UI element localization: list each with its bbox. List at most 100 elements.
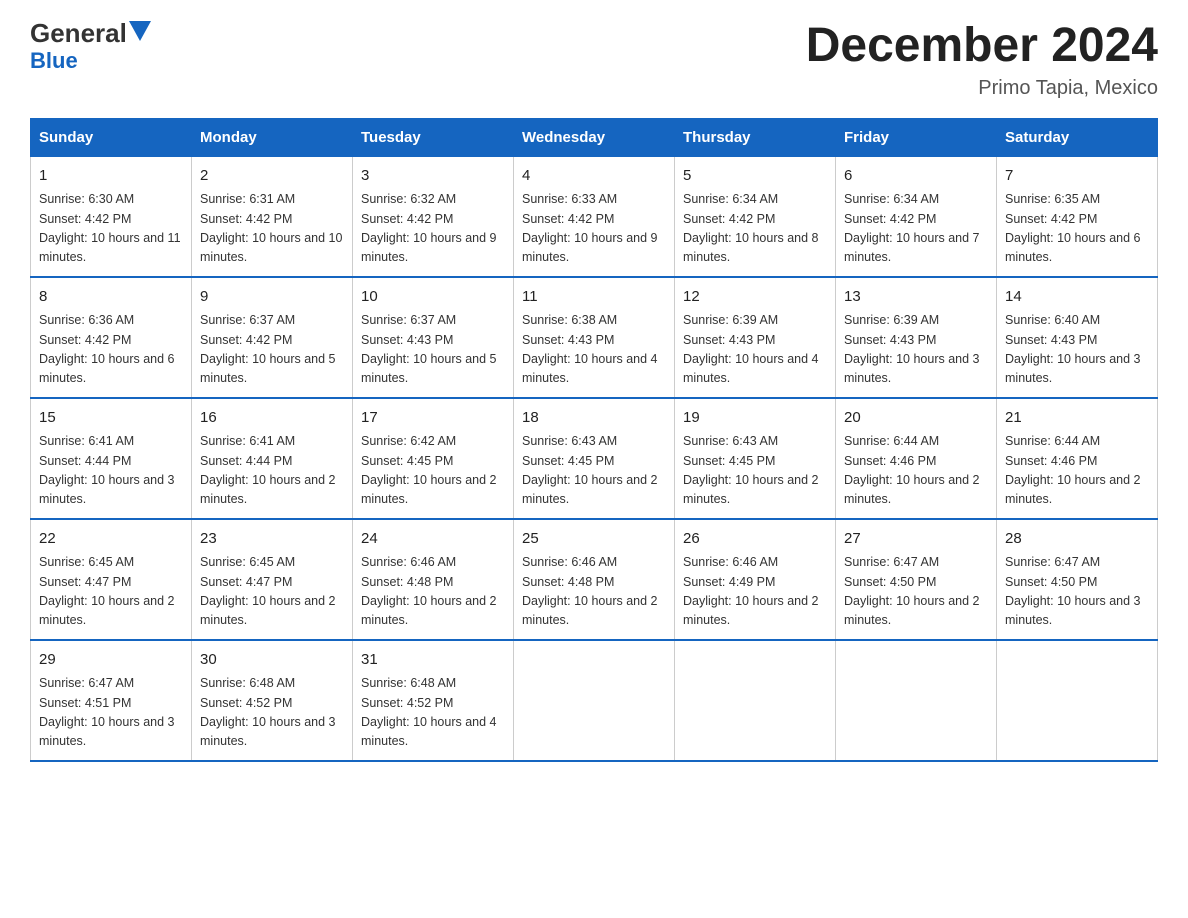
col-friday: Friday <box>836 118 997 156</box>
day-info: Sunrise: 6:39 AMSunset: 4:43 PMDaylight:… <box>844 313 980 385</box>
page-header: General Blue December 2024 Primo Tapia, … <box>30 20 1158 100</box>
table-row <box>514 640 675 761</box>
day-info: Sunrise: 6:37 AMSunset: 4:43 PMDaylight:… <box>361 313 497 385</box>
day-number: 13 <box>844 286 988 309</box>
day-number: 16 <box>200 407 344 430</box>
table-row: 17 Sunrise: 6:42 AMSunset: 4:45 PMDaylig… <box>353 398 514 519</box>
logo-text-blue: Blue <box>30 48 78 74</box>
day-number: 1 <box>39 165 183 188</box>
day-number: 21 <box>1005 407 1149 430</box>
day-number: 12 <box>683 286 827 309</box>
day-info: Sunrise: 6:34 AMSunset: 4:42 PMDaylight:… <box>844 192 980 264</box>
day-number: 3 <box>361 165 505 188</box>
day-info: Sunrise: 6:38 AMSunset: 4:43 PMDaylight:… <box>522 313 658 385</box>
day-info: Sunrise: 6:39 AMSunset: 4:43 PMDaylight:… <box>683 313 819 385</box>
day-number: 28 <box>1005 528 1149 551</box>
table-row: 21 Sunrise: 6:44 AMSunset: 4:46 PMDaylig… <box>997 398 1158 519</box>
table-row: 12 Sunrise: 6:39 AMSunset: 4:43 PMDaylig… <box>675 277 836 398</box>
day-info: Sunrise: 6:46 AMSunset: 4:48 PMDaylight:… <box>522 555 658 627</box>
table-row: 22 Sunrise: 6:45 AMSunset: 4:47 PMDaylig… <box>31 519 192 640</box>
day-number: 18 <box>522 407 666 430</box>
logo-arrow-icon <box>129 21 151 41</box>
day-number: 22 <box>39 528 183 551</box>
table-row: 31 Sunrise: 6:48 AMSunset: 4:52 PMDaylig… <box>353 640 514 761</box>
col-saturday: Saturday <box>997 118 1158 156</box>
day-info: Sunrise: 6:31 AMSunset: 4:42 PMDaylight:… <box>200 192 342 264</box>
calendar-week-row: 29 Sunrise: 6:47 AMSunset: 4:51 PMDaylig… <box>31 640 1158 761</box>
table-row: 20 Sunrise: 6:44 AMSunset: 4:46 PMDaylig… <box>836 398 997 519</box>
day-number: 11 <box>522 286 666 309</box>
calendar-week-row: 22 Sunrise: 6:45 AMSunset: 4:47 PMDaylig… <box>31 519 1158 640</box>
day-info: Sunrise: 6:47 AMSunset: 4:50 PMDaylight:… <box>844 555 980 627</box>
table-row: 13 Sunrise: 6:39 AMSunset: 4:43 PMDaylig… <box>836 277 997 398</box>
day-number: 7 <box>1005 165 1149 188</box>
col-monday: Monday <box>192 118 353 156</box>
day-info: Sunrise: 6:41 AMSunset: 4:44 PMDaylight:… <box>200 434 336 506</box>
day-info: Sunrise: 6:45 AMSunset: 4:47 PMDaylight:… <box>200 555 336 627</box>
table-row: 11 Sunrise: 6:38 AMSunset: 4:43 PMDaylig… <box>514 277 675 398</box>
col-wednesday: Wednesday <box>514 118 675 156</box>
table-row <box>836 640 997 761</box>
day-number: 26 <box>683 528 827 551</box>
table-row: 19 Sunrise: 6:43 AMSunset: 4:45 PMDaylig… <box>675 398 836 519</box>
day-number: 14 <box>1005 286 1149 309</box>
day-number: 10 <box>361 286 505 309</box>
day-info: Sunrise: 6:37 AMSunset: 4:42 PMDaylight:… <box>200 313 336 385</box>
day-number: 4 <box>522 165 666 188</box>
title-block: December 2024 Primo Tapia, Mexico <box>806 20 1158 100</box>
day-number: 23 <box>200 528 344 551</box>
table-row: 2 Sunrise: 6:31 AMSunset: 4:42 PMDayligh… <box>192 156 353 277</box>
day-info: Sunrise: 6:35 AMSunset: 4:42 PMDaylight:… <box>1005 192 1141 264</box>
table-row: 4 Sunrise: 6:33 AMSunset: 4:42 PMDayligh… <box>514 156 675 277</box>
table-row: 5 Sunrise: 6:34 AMSunset: 4:42 PMDayligh… <box>675 156 836 277</box>
table-row: 8 Sunrise: 6:36 AMSunset: 4:42 PMDayligh… <box>31 277 192 398</box>
table-row: 26 Sunrise: 6:46 AMSunset: 4:49 PMDaylig… <box>675 519 836 640</box>
table-row: 28 Sunrise: 6:47 AMSunset: 4:50 PMDaylig… <box>997 519 1158 640</box>
table-row: 29 Sunrise: 6:47 AMSunset: 4:51 PMDaylig… <box>31 640 192 761</box>
day-info: Sunrise: 6:40 AMSunset: 4:43 PMDaylight:… <box>1005 313 1141 385</box>
day-number: 31 <box>361 649 505 672</box>
day-number: 9 <box>200 286 344 309</box>
day-info: Sunrise: 6:41 AMSunset: 4:44 PMDaylight:… <box>39 434 175 506</box>
col-tuesday: Tuesday <box>353 118 514 156</box>
day-number: 6 <box>844 165 988 188</box>
day-number: 2 <box>200 165 344 188</box>
day-number: 8 <box>39 286 183 309</box>
table-row: 15 Sunrise: 6:41 AMSunset: 4:44 PMDaylig… <box>31 398 192 519</box>
table-row: 9 Sunrise: 6:37 AMSunset: 4:42 PMDayligh… <box>192 277 353 398</box>
day-info: Sunrise: 6:48 AMSunset: 4:52 PMDaylight:… <box>361 676 497 748</box>
location-subtitle: Primo Tapia, Mexico <box>806 77 1158 100</box>
day-info: Sunrise: 6:42 AMSunset: 4:45 PMDaylight:… <box>361 434 497 506</box>
day-number: 24 <box>361 528 505 551</box>
day-number: 5 <box>683 165 827 188</box>
table-row: 24 Sunrise: 6:46 AMSunset: 4:48 PMDaylig… <box>353 519 514 640</box>
table-row: 18 Sunrise: 6:43 AMSunset: 4:45 PMDaylig… <box>514 398 675 519</box>
day-number: 19 <box>683 407 827 430</box>
logo-text-general: General <box>30 20 127 46</box>
calendar-header-row: Sunday Monday Tuesday Wednesday Thursday… <box>31 118 1158 156</box>
day-info: Sunrise: 6:46 AMSunset: 4:48 PMDaylight:… <box>361 555 497 627</box>
day-info: Sunrise: 6:34 AMSunset: 4:42 PMDaylight:… <box>683 192 819 264</box>
day-number: 29 <box>39 649 183 672</box>
calendar-week-row: 1 Sunrise: 6:30 AMSunset: 4:42 PMDayligh… <box>31 156 1158 277</box>
day-info: Sunrise: 6:36 AMSunset: 4:42 PMDaylight:… <box>39 313 175 385</box>
table-row <box>997 640 1158 761</box>
calendar-week-row: 8 Sunrise: 6:36 AMSunset: 4:42 PMDayligh… <box>31 277 1158 398</box>
day-info: Sunrise: 6:43 AMSunset: 4:45 PMDaylight:… <box>683 434 819 506</box>
day-info: Sunrise: 6:32 AMSunset: 4:42 PMDaylight:… <box>361 192 497 264</box>
table-row <box>675 640 836 761</box>
table-row: 6 Sunrise: 6:34 AMSunset: 4:42 PMDayligh… <box>836 156 997 277</box>
table-row: 14 Sunrise: 6:40 AMSunset: 4:43 PMDaylig… <box>997 277 1158 398</box>
table-row: 25 Sunrise: 6:46 AMSunset: 4:48 PMDaylig… <box>514 519 675 640</box>
table-row: 27 Sunrise: 6:47 AMSunset: 4:50 PMDaylig… <box>836 519 997 640</box>
day-number: 15 <box>39 407 183 430</box>
logo: General Blue <box>30 20 151 74</box>
table-row: 30 Sunrise: 6:48 AMSunset: 4:52 PMDaylig… <box>192 640 353 761</box>
day-number: 20 <box>844 407 988 430</box>
day-info: Sunrise: 6:44 AMSunset: 4:46 PMDaylight:… <box>1005 434 1141 506</box>
day-info: Sunrise: 6:30 AMSunset: 4:42 PMDaylight:… <box>39 192 181 264</box>
day-info: Sunrise: 6:44 AMSunset: 4:46 PMDaylight:… <box>844 434 980 506</box>
day-number: 25 <box>522 528 666 551</box>
table-row: 23 Sunrise: 6:45 AMSunset: 4:47 PMDaylig… <box>192 519 353 640</box>
day-info: Sunrise: 6:47 AMSunset: 4:51 PMDaylight:… <box>39 676 175 748</box>
